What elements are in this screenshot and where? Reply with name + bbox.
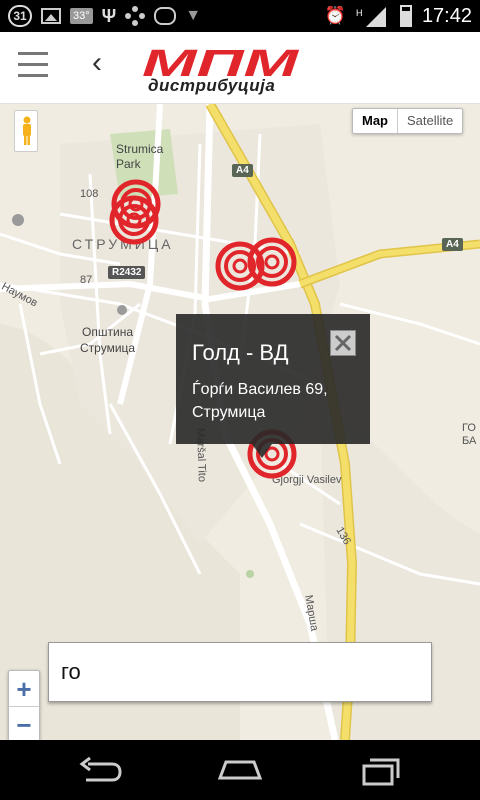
park-label: Strumica Park: [116, 142, 164, 171]
back-chevron-icon[interactable]: ‹: [84, 48, 110, 78]
zoom-out-button[interactable]: −: [9, 707, 39, 740]
network-type-label: H: [356, 8, 363, 18]
close-icon[interactable]: [330, 330, 356, 356]
logo-mark: МПМ: [142, 46, 300, 78]
back-icon[interactable]: [78, 756, 122, 786]
map-type-control: Map Satellite: [352, 108, 464, 134]
home-icon[interactable]: [216, 756, 263, 786]
calendar-icon: 31: [8, 5, 32, 27]
info-window[interactable]: Голд - ВД Ѓорѓи Василев 69, Струмица: [176, 314, 370, 444]
a4-badge-top: A4: [232, 164, 253, 177]
signal-icon: H: [356, 7, 390, 27]
municipality-label: Општина Струмица: [80, 325, 136, 355]
map[interactable]: Map Satellite Strumica Park СТРУМИЦА Опш…: [0, 104, 480, 740]
screen: 31 33° Ψ ▼ ⏰ H 17:42 ‹ МПМ дистрибуција …: [0, 0, 480, 800]
chat-icon: [154, 7, 177, 25]
status-bar: 31 33° Ψ ▼ ⏰ H 17:42: [0, 0, 480, 32]
gallery-icon: [41, 8, 61, 24]
menu-icon[interactable]: [18, 52, 48, 78]
shield-icon: ▼: [185, 7, 202, 24]
info-window-pointer: [252, 444, 272, 458]
pegman-icon: [23, 116, 31, 145]
info-window-address: Ѓорѓи Василев 69, Струмица: [192, 381, 328, 421]
recent-apps-icon[interactable]: [360, 756, 404, 786]
map-type-satellite-button[interactable]: Satellite: [398, 109, 462, 133]
app-logo: МПМ дистрибуција: [140, 46, 300, 98]
logo-mark-text: МПМ: [142, 46, 300, 78]
usb-icon: Ψ: [101, 5, 117, 26]
battery-icon: [399, 5, 412, 27]
zoom-in-button[interactable]: +: [9, 671, 39, 707]
map-type-map-button[interactable]: Map: [353, 109, 398, 133]
road-number-108: 108: [80, 188, 99, 200]
weather-temperature: 33°: [70, 8, 93, 24]
logo-text: дистрибуција: [148, 76, 276, 95]
a4-badge-right: A4: [442, 238, 463, 251]
street-view-pegman[interactable]: [14, 110, 38, 152]
app-notification-icon: [125, 6, 146, 26]
search-input[interactable]: го: [48, 642, 432, 702]
navigation-bar: [0, 740, 480, 800]
store-marker[interactable]: [246, 236, 298, 288]
info-window-title: Голд - ВД: [192, 340, 289, 365]
zoom-control: + −: [8, 670, 40, 740]
clock: 17:42: [421, 4, 472, 27]
r2432-badge: R2432: [108, 266, 146, 279]
app-bar: ‹ МПМ дистрибуција: [0, 32, 480, 104]
road-number-87: 87: [80, 274, 93, 286]
alarm-icon: ⏰: [324, 6, 346, 25]
edge-label: ГО БА: [462, 422, 477, 447]
store-marker[interactable]: [106, 178, 166, 250]
